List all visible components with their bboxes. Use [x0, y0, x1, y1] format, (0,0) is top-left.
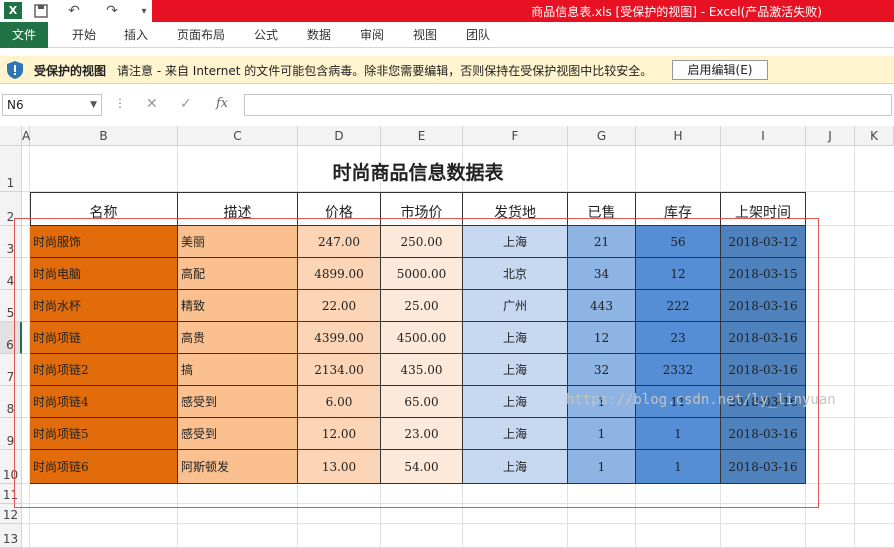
- gridline: [22, 523, 894, 524]
- title-bar: X ↶ ↷ ▾ 商品信息表.xls [受保护的视图] - Excel(产品激活失…: [0, 0, 894, 22]
- row-header-1[interactable]: 1: [0, 146, 22, 192]
- tab-insert[interactable]: 插入: [114, 22, 158, 48]
- undo-icon[interactable]: ↶: [62, 2, 86, 20]
- enable-editing-button[interactable]: 启用编辑(E): [672, 60, 768, 80]
- shield-icon: [6, 60, 24, 80]
- row-header-13[interactable]: 13: [0, 524, 22, 548]
- protected-view-title: 受保护的视图: [34, 64, 107, 78]
- column-header-k[interactable]: K: [855, 126, 894, 146]
- gridline: [854, 146, 855, 548]
- column-header-g[interactable]: G: [568, 126, 636, 146]
- tab-data[interactable]: 数据: [297, 22, 341, 48]
- chevron-down-icon[interactable]: ▼: [90, 95, 97, 115]
- customize-qat-icon[interactable]: ▾: [138, 2, 150, 20]
- column-header-j[interactable]: J: [806, 126, 855, 146]
- formula-input[interactable]: [244, 94, 892, 116]
- redo-icon[interactable]: ↷: [100, 2, 124, 20]
- column-header-e[interactable]: E: [381, 126, 463, 146]
- tab-formulas[interactable]: 公式: [244, 22, 288, 48]
- worksheet-grid[interactable]: A B C D E F G H I J K 1 2 3 4 5 6 7 8 9 10 11 12 13 时尚商品信息数据表 名称描…: [0, 126, 894, 548]
- ribbon-tabs: 文件 开始 插入 页面布局 公式 数据 审阅 视图 团队: [0, 22, 894, 48]
- column-header-f[interactable]: F: [463, 126, 568, 146]
- save-icon[interactable]: [32, 2, 50, 20]
- column-header-h[interactable]: H: [636, 126, 721, 146]
- protected-view-message: 请注意 - 来自 Internet 的文件可能包含病毒。除非您需要编辑，否则保持…: [117, 64, 653, 78]
- column-header-d[interactable]: D: [298, 126, 381, 146]
- column-header-b[interactable]: B: [30, 126, 178, 146]
- table-title: 时尚商品信息数据表: [332, 162, 504, 184]
- cancel-icon[interactable]: ✕: [146, 96, 158, 112]
- tab-home[interactable]: 开始: [62, 22, 106, 48]
- name-box[interactable]: N6 ▼: [2, 94, 102, 116]
- column-header-a[interactable]: A: [22, 126, 30, 146]
- column-header-c[interactable]: C: [178, 126, 298, 146]
- tab-view[interactable]: 视图: [403, 22, 447, 48]
- name-box-value: N6: [7, 98, 24, 112]
- select-all-corner[interactable]: [0, 126, 22, 146]
- more-options-icon: ⋮: [114, 96, 126, 110]
- highlight-rectangle: [14, 218, 819, 508]
- window-title: 商品信息表.xls [受保护的视图] - Excel(产品激活失败): [531, 5, 822, 19]
- watermark: https://blog.csdn.net/ly_linyuan: [566, 392, 836, 408]
- tab-file[interactable]: 文件: [0, 22, 48, 48]
- tab-team[interactable]: 团队: [456, 22, 500, 48]
- protected-view-banner: 受保护的视图 请注意 - 来自 Internet 的文件可能包含病毒。除非您需要…: [0, 56, 894, 84]
- tab-page-layout[interactable]: 页面布局: [170, 22, 232, 48]
- excel-icon: X: [4, 2, 22, 19]
- column-header-i[interactable]: I: [721, 126, 806, 146]
- insert-function-icon[interactable]: fx: [216, 96, 228, 111]
- enter-icon[interactable]: ✓: [180, 96, 192, 112]
- formula-bar: N6 ▼ ⋮ ✕ ✓ fx: [0, 90, 894, 122]
- tab-review[interactable]: 审阅: [350, 22, 394, 48]
